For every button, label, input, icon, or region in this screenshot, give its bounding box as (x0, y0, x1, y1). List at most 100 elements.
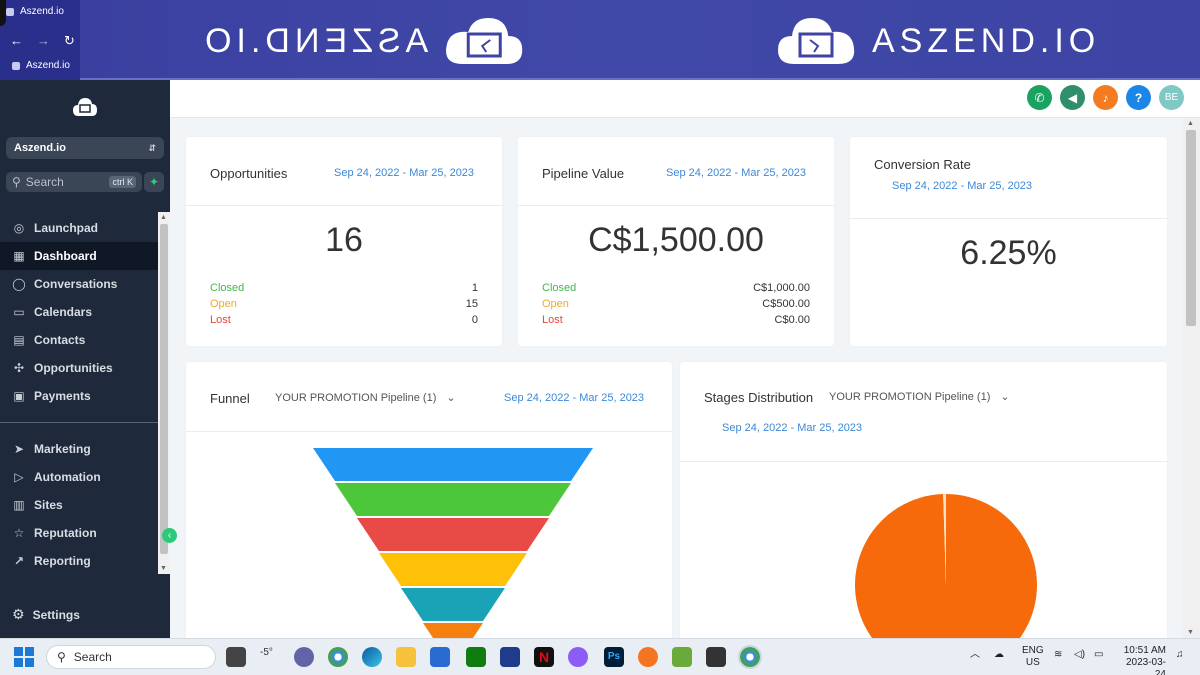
chat-app-icon[interactable] (294, 647, 314, 667)
date-range[interactable]: Sep 24, 2022 - Mar 25, 2023 (504, 392, 644, 404)
avatar[interactable]: BE (1159, 85, 1184, 110)
sidebar-item-automation[interactable]: ▷ Automation (0, 463, 158, 491)
stat-value: C$500.00 (762, 298, 810, 310)
sidebar-scrollbar[interactable]: ▲ ▼ (158, 212, 170, 574)
announcement-button[interactable]: ◀ (1060, 85, 1085, 110)
sidebar-item-settings[interactable]: ⚙ Settings (12, 606, 80, 623)
scroll-down-icon[interactable]: ▼ (1187, 629, 1194, 636)
grid-icon: ▦ (13, 249, 25, 263)
taskbar-search[interactable]: ⚲ Search (46, 645, 216, 669)
notification-bell-icon[interactable]: ♫ (1176, 649, 1184, 661)
file-explorer-icon[interactable] (396, 647, 416, 667)
search-shortcut: ctrl K (109, 176, 136, 188)
notifications-button[interactable]: ♪ (1093, 85, 1118, 110)
sidebar-item-sites[interactable]: ▥ Sites (0, 491, 158, 519)
copilot-icon[interactable] (568, 647, 588, 667)
stat-row-closed: Closed C$1,000.00 (542, 282, 810, 294)
card-header (680, 362, 1167, 462)
stat-row-open: Open C$500.00 (542, 298, 810, 310)
date-range[interactable]: Sep 24, 2022 - Mar 25, 2023 (334, 167, 474, 179)
pipeline-value-card: Pipeline Value Sep 24, 2022 - Mar 25, 20… (518, 137, 834, 346)
sidebar-item-launchpad[interactable]: ◎ Launchpad (0, 214, 158, 242)
contacts-icon: ▤ (13, 333, 25, 347)
funnel-stage[interactable] (357, 518, 549, 551)
scrollbar-thumb[interactable] (1186, 130, 1196, 326)
cloud-laptop-icon (774, 6, 858, 76)
scrollbar-thumb[interactable] (160, 224, 168, 554)
stat-value: 15 (465, 298, 478, 310)
sites-icon: ▥ (13, 498, 25, 512)
sidebar-item-dashboard[interactable]: ▦ Dashboard (0, 242, 158, 270)
account-switcher[interactable]: Aszend.io ⇵ (6, 137, 164, 159)
stat-row-closed: Closed 1 (210, 282, 478, 294)
xbox-icon[interactable] (466, 647, 486, 667)
back-icon[interactable]: ← (10, 33, 23, 49)
funnel-stage[interactable] (423, 623, 483, 638)
app-cube-icon[interactable] (706, 647, 726, 667)
pipeline-select[interactable]: YOUR PROMOTION Pipeline (1) ⌄ (275, 391, 456, 405)
tray-chevron-up-icon[interactable]: ︿ (970, 649, 980, 661)
search-icon: ⚲ (57, 650, 66, 664)
input-language[interactable]: ENG US (1022, 645, 1044, 669)
phone-button[interactable]: ✆ (1027, 85, 1052, 110)
sidebar-item-label: Contacts (34, 333, 86, 347)
chrome-icon[interactable] (328, 647, 348, 667)
reload-icon[interactable]: ↻ (64, 33, 75, 49)
stat-row-lost: Lost 0 (210, 314, 478, 326)
scroll-up-icon[interactable]: ▲ (1187, 120, 1194, 127)
sidebar-item-label: Opportunities (34, 361, 113, 375)
battery-icon[interactable]: ▭ (1094, 649, 1103, 661)
sidebar-item-label: Sites (34, 498, 63, 512)
funnel-stage[interactable] (335, 483, 571, 516)
wifi-icon[interactable]: ≋ (1054, 649, 1062, 661)
scroll-down-icon[interactable]: ▼ (160, 565, 167, 572)
pipeline-select[interactable]: YOUR PROMOTION Pipeline (1) ⌄ (829, 390, 1010, 404)
stat-value: 0 (471, 314, 478, 326)
sidebar-item-marketing[interactable]: ➤ Marketing (0, 435, 158, 463)
quick-action-bolt-icon[interactable]: ✦ (144, 172, 164, 192)
store-icon[interactable] (430, 647, 450, 667)
date-range[interactable]: Sep 24, 2022 - Mar 25, 2023 (722, 422, 862, 434)
chrome-active-icon[interactable] (738, 645, 762, 669)
card-title: Pipeline Value (542, 166, 625, 181)
sidebar-item-contacts[interactable]: ▤ Contacts (0, 326, 158, 354)
sidebar-item-calendars[interactable]: ▭ Calendars (0, 298, 158, 326)
forward-icon[interactable]: → (37, 33, 50, 49)
brand-text: ASZEND.IO (200, 21, 429, 60)
sidebar-item-opportunities[interactable]: ✣ Opportunities (0, 354, 158, 382)
sidebar-item-label: Marketing (34, 442, 91, 456)
task-view-icon[interactable] (226, 647, 246, 667)
date-range[interactable]: Sep 24, 2022 - Mar 25, 2023 (666, 167, 806, 179)
funnel-stage[interactable] (379, 553, 527, 586)
weather-widget[interactable]: -5° (260, 647, 290, 667)
help-button[interactable]: ? (1126, 85, 1151, 110)
windows-start-icon[interactable] (14, 647, 34, 667)
date-range[interactable]: Sep 24, 2022 - Mar 25, 2023 (892, 180, 1032, 192)
top-bar: ✆ ◀ ♪ ? BE (170, 80, 1200, 118)
netflix-icon[interactable]: N (534, 647, 554, 667)
sidebar-item-conversations[interactable]: ◯ Conversations (0, 270, 158, 298)
sidebar-search[interactable]: ⚲ Search ctrl K (6, 172, 142, 192)
crunchyroll-icon[interactable] (638, 647, 658, 667)
gear-icon: ⚙ (12, 606, 25, 622)
main-scrollbar[interactable]: ▲ ▼ (1182, 118, 1200, 638)
funnel-stage[interactable] (313, 448, 593, 481)
browser-tab[interactable]: Aszend.io (6, 6, 64, 17)
sidebar-item-payments[interactable]: ▣ Payments (0, 382, 158, 410)
app-icon[interactable] (500, 647, 520, 667)
edge-icon[interactable] (362, 647, 382, 667)
scroll-up-icon[interactable]: ▲ (160, 214, 167, 221)
tray-weather-icon[interactable]: ☁ (994, 649, 1004, 661)
minecraft-icon[interactable] (672, 647, 692, 667)
sidebar-item-reporting[interactable]: ↗ Reporting (0, 547, 158, 575)
photoshop-icon[interactable]: Ps (604, 647, 624, 667)
sidebar-item-reputation[interactable]: ☆ Reputation (0, 519, 158, 547)
browser-tab-secondary[interactable]: Aszend.io (12, 60, 70, 71)
clock[interactable]: 10:51 AM 2023-03-24 (1116, 645, 1166, 675)
sidebar-item-label: Payments (34, 389, 91, 403)
volume-icon[interactable]: ◁) (1074, 649, 1085, 661)
date: 2023-03-24 (1125, 657, 1166, 675)
funnel-stage[interactable] (401, 588, 505, 621)
bell-icon: ♪ (1102, 90, 1109, 105)
sidebar-logo-icon[interactable] (72, 96, 98, 123)
